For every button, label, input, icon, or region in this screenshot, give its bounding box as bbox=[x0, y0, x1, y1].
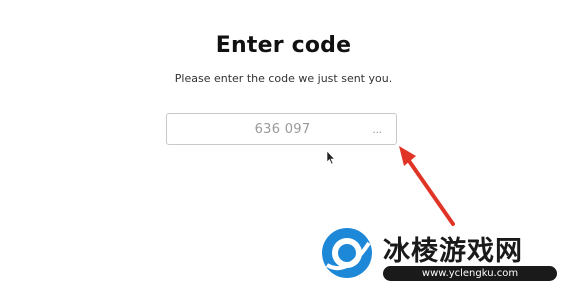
page-subtitle: Please enter the code we just sent you. bbox=[174, 72, 393, 85]
watermark-url: www.yclengku.com bbox=[383, 266, 557, 281]
code-input-value: 636 097 bbox=[254, 122, 311, 137]
watermark-logo-icon bbox=[322, 228, 372, 278]
code-input[interactable]: 636 097 ... bbox=[166, 113, 397, 145]
red-arrow-annotation-icon bbox=[399, 146, 455, 226]
page-title: Enter code bbox=[215, 33, 352, 58]
mouse-pointer-icon bbox=[326, 151, 336, 165]
code-input-trailing: ... bbox=[372, 125, 382, 136]
watermark-title: 冰棱游戏网 bbox=[383, 236, 523, 267]
